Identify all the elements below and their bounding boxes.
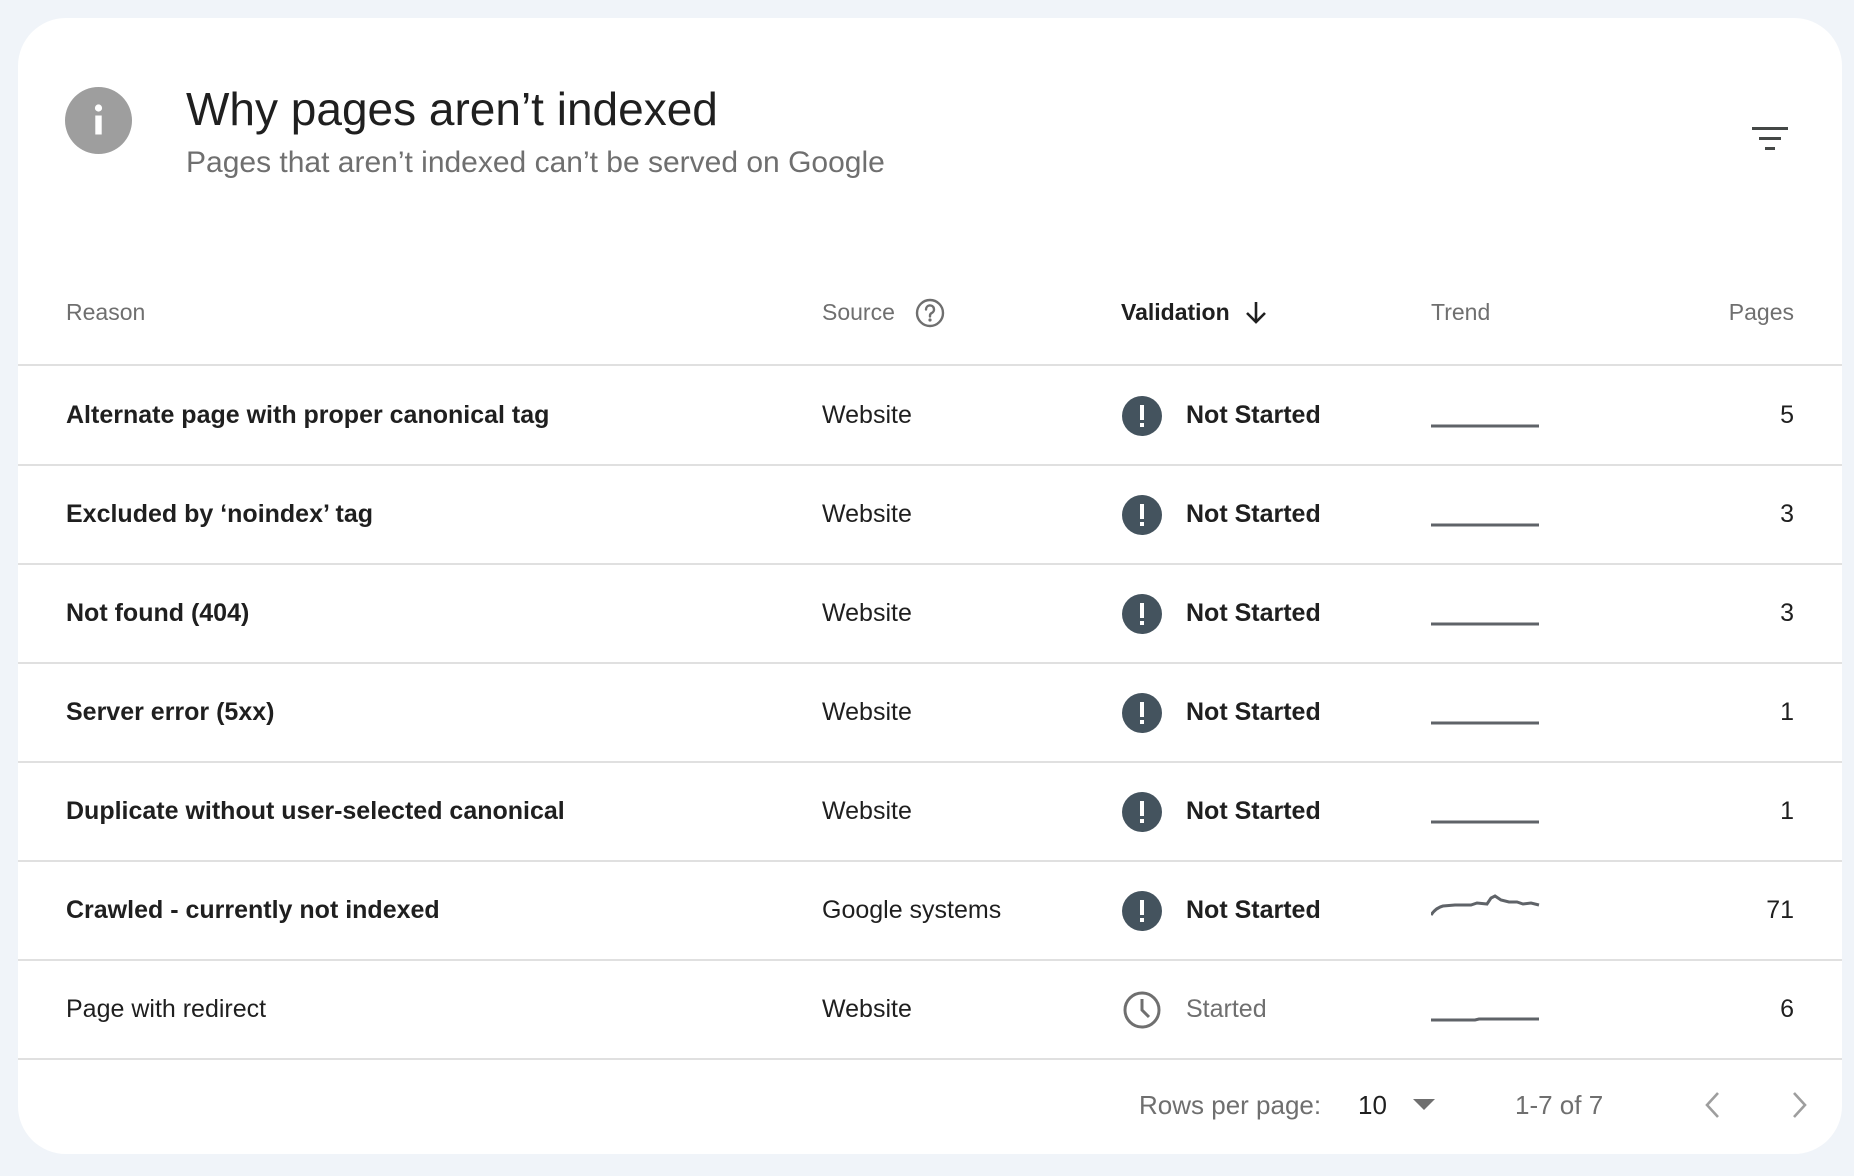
sort-down-arrow-icon <box>1244 300 1268 326</box>
column-header-validation[interactable]: Validation <box>1121 259 1268 366</box>
trend-sparkline <box>1431 466 1541 563</box>
info-icon <box>65 87 132 154</box>
card-header: Why pages aren’t indexed Pages that aren… <box>18 18 1842 258</box>
trend-sparkline <box>1431 862 1541 959</box>
column-label-reason: Reason <box>66 299 146 325</box>
source-cell: Google systems <box>822 896 1002 924</box>
card-title: Why pages aren’t indexed <box>186 83 718 135</box>
trend-sparkline <box>1431 763 1541 860</box>
indexing-report-card: Why pages aren’t indexed Pages that aren… <box>18 18 1842 1154</box>
dropdown-caret-icon <box>1412 1099 1435 1111</box>
validation-cell: Not Started <box>1122 466 1321 563</box>
pagination-bar: Rows per page: 10 1-7 of 7 <box>18 1060 1842 1150</box>
validation-cell: Not Started <box>1122 367 1321 464</box>
table-body: Alternate page with proper canonical tag… <box>18 367 1842 1060</box>
table-row[interactable]: Alternate page with proper canonical tag… <box>18 367 1842 466</box>
trend-line <box>1431 1017 1539 1021</box>
table-header: Reason Source Validation Trend Pages <box>18 259 1842 366</box>
pages-count: 3 <box>1780 599 1794 627</box>
pages-count: 3 <box>1780 500 1794 528</box>
validation-status-label: Not Started <box>1186 797 1321 825</box>
validation-cell: Not Started <box>1122 763 1321 860</box>
column-header-reason[interactable]: Reason <box>66 259 145 366</box>
validation-cell: Not Started <box>1122 664 1321 761</box>
reason-cell: Excluded by ‘noindex’ tag <box>66 500 374 528</box>
reason-cell: Not found (404) <box>66 599 250 627</box>
validation-status-label: Started <box>1186 995 1267 1023</box>
trend-sparkline <box>1431 565 1541 662</box>
table-row[interactable]: Duplicate without user-selected canonica… <box>18 763 1842 862</box>
reason-cell: Alternate page with proper canonical tag <box>66 401 550 429</box>
validation-cell: Not Started <box>1122 862 1321 959</box>
source-cell: Website <box>822 995 912 1023</box>
exclamation-icon <box>1122 890 1162 931</box>
card-subtitle: Pages that aren’t indexed can’t be serve… <box>186 146 885 179</box>
exclamation-icon <box>1122 494 1162 535</box>
exclamation-icon <box>1122 692 1162 733</box>
help-icon[interactable] <box>915 298 945 328</box>
validation-status-label: Not Started <box>1186 401 1321 429</box>
rows-per-page-select[interactable]: 10 <box>1358 1060 1435 1150</box>
trend-sparkline <box>1431 961 1541 1058</box>
rows-per-page-label: Rows per page: <box>1139 1089 1322 1120</box>
column-header-source[interactable]: Source <box>822 259 945 366</box>
validation-status-label: Not Started <box>1186 896 1321 924</box>
exclamation-icon <box>1122 593 1162 634</box>
column-header-pages[interactable]: Pages <box>1729 259 1794 366</box>
pages-count: 5 <box>1780 401 1794 429</box>
exclamation-icon <box>1122 395 1162 436</box>
table-row[interactable]: Excluded by ‘noindex’ tag Website Not Star… <box>18 466 1842 565</box>
exclamation-icon <box>1122 791 1162 832</box>
filter-icon[interactable] <box>1745 114 1795 164</box>
reason-cell: Page with redirect <box>66 995 267 1023</box>
column-label-pages: Pages <box>1728 299 1794 325</box>
table-row[interactable]: Page with redirect Website Started 6 <box>18 961 1842 1060</box>
trend-line <box>1431 893 1540 916</box>
trend-sparkline <box>1431 664 1541 761</box>
source-cell: Website <box>822 599 912 627</box>
validation-status-label: Not Started <box>1186 698 1321 726</box>
trend-sparkline <box>1431 367 1541 464</box>
validation-cell: Not Started <box>1122 565 1321 662</box>
rows-per-page-value: 10 <box>1358 1089 1387 1120</box>
chevron-right-icon[interactable] <box>1776 1082 1822 1128</box>
chevron-left-icon[interactable] <box>1690 1082 1736 1128</box>
source-cell: Website <box>822 500 912 528</box>
pages-count: 71 <box>1766 896 1794 924</box>
validation-status-label: Not Started <box>1186 500 1321 528</box>
table-row[interactable]: Crawled - currently not indexed Google sy… <box>18 862 1842 961</box>
source-cell: Website <box>822 401 912 429</box>
column-label-trend: Trend <box>1431 299 1491 325</box>
column-header-trend: Trend <box>1431 259 1490 366</box>
source-cell: Website <box>822 698 912 726</box>
reason-cell: Server error (5xx) <box>66 698 275 726</box>
reason-cell: Duplicate without user-selected canonica… <box>66 797 565 825</box>
pages-count: 1 <box>1780 698 1794 726</box>
table-row[interactable]: Server error (5xx) Website Not Started 1 <box>18 664 1842 763</box>
column-label-source: Source <box>822 299 895 325</box>
clock-icon <box>1122 990 1162 1030</box>
pages-count: 6 <box>1780 995 1794 1023</box>
validation-cell: Started <box>1122 961 1267 1058</box>
validation-status-label: Not Started <box>1186 599 1321 627</box>
table-row[interactable]: Not found (404) Website Not Started 3 <box>18 565 1842 664</box>
page-range: 1-7 of 7 <box>1515 1089 1604 1120</box>
pages-count: 1 <box>1780 797 1794 825</box>
column-label-validation: Validation <box>1121 299 1230 325</box>
reason-cell: Crawled - currently not indexed <box>66 896 440 924</box>
source-cell: Website <box>822 797 912 825</box>
